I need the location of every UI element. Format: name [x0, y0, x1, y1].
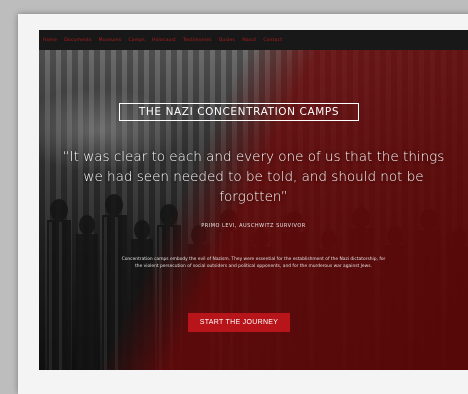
hero-title: THE NAZI CONCENTRATION CAMPS	[119, 103, 359, 121]
hero-content: THE NAZI CONCENTRATION CAMPS “It was cle…	[39, 50, 468, 370]
start-journey-button[interactable]: START THE JOURNEY	[188, 313, 290, 332]
nav-item-contact[interactable]: Contact	[263, 38, 282, 43]
nav-item-holocaust[interactable]: Holocaust	[152, 38, 176, 43]
website-screen: Home Documents Museums Camps Holocaust T…	[39, 30, 468, 370]
hero-quote: “It was clear to each and every one of u…	[62, 149, 445, 205]
hero-section: THE NAZI CONCENTRATION CAMPS “It was cle…	[39, 50, 468, 370]
quote-attribution: PRIMO LEVI, AUSCHWITZ SURVIVOR	[201, 223, 306, 229]
hero-description: Concentration camps embody the evil of N…	[121, 257, 386, 269]
top-nav: Home Documents Museums Camps Holocaust T…	[39, 30, 468, 50]
nav-item-documents[interactable]: Documents	[64, 38, 91, 43]
nav-item-about[interactable]: About	[242, 38, 256, 43]
nav-item-quizes[interactable]: Quizes	[219, 38, 235, 43]
nav-item-camps[interactable]: Camps	[128, 38, 144, 43]
nav-item-museums[interactable]: Museums	[99, 38, 122, 43]
nav-item-testimonies[interactable]: Testimonies	[183, 38, 212, 43]
nav-item-home[interactable]: Home	[43, 38, 57, 43]
